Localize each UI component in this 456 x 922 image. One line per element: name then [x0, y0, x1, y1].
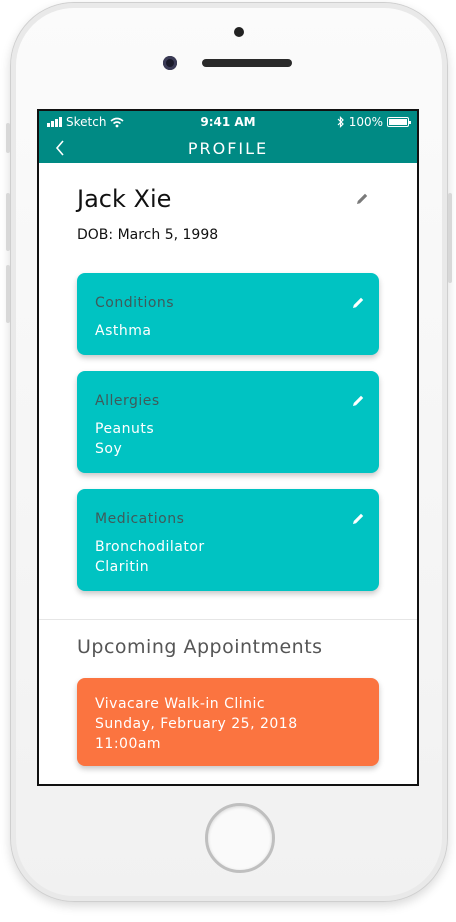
edit-allergies-button[interactable]	[352, 393, 365, 411]
medications-card[interactable]: Medications Bronchodilator Claritin	[77, 489, 379, 591]
appointment-date: Sunday, February 25, 2018	[95, 716, 298, 732]
edit-medications-button[interactable]	[352, 511, 365, 529]
bluetooth-icon	[337, 116, 344, 128]
proximity-sensor	[234, 27, 244, 37]
section-divider	[39, 619, 417, 620]
carrier-label: Sketch	[66, 115, 107, 129]
card-item: Claritin	[95, 559, 150, 575]
card-item: Peanuts	[95, 421, 155, 437]
pencil-icon	[353, 297, 364, 308]
status-right: 100%	[337, 115, 411, 129]
status-bar: Sketch 9:41 AM 100%	[39, 111, 417, 133]
pencil-icon	[353, 395, 364, 406]
earpiece-speaker	[202, 59, 292, 67]
card-item: Bronchodilator	[95, 539, 205, 555]
power-button	[448, 193, 452, 283]
edit-conditions-button[interactable]	[352, 295, 365, 313]
pencil-icon	[353, 513, 364, 524]
battery-percent: 100%	[348, 115, 383, 129]
home-button[interactable]	[205, 803, 275, 873]
back-button[interactable]	[45, 133, 75, 163]
battery-icon	[387, 117, 411, 127]
status-left: Sketch	[47, 115, 124, 129]
appointment-card[interactable]: Vivacare Walk-in Clinic Sunday, February…	[77, 678, 379, 766]
volume-down-button	[6, 265, 10, 323]
appointment-place: Vivacare Walk-in Clinic	[95, 696, 266, 712]
card-item: Asthma	[95, 323, 152, 339]
volume-up-button	[6, 193, 10, 251]
appointment-time: 11:00am	[95, 736, 162, 752]
signal-icon	[47, 117, 62, 127]
card-item: Soy	[95, 441, 123, 457]
profile-header: Jack Xie DOB: March 5, 1998	[77, 185, 379, 243]
card-title: Conditions	[95, 295, 175, 311]
nav-bar: PROFILE	[39, 133, 417, 163]
chevron-left-icon	[55, 140, 64, 156]
allergies-card[interactable]: Allergies Peanuts Soy	[77, 371, 379, 473]
conditions-card[interactable]: Conditions Asthma	[77, 273, 379, 355]
front-camera	[163, 56, 177, 70]
card-title: Allergies	[95, 393, 160, 409]
wifi-icon	[110, 117, 124, 127]
appointments-heading: Upcoming Appointments	[77, 636, 323, 658]
card-title: Medications	[95, 511, 185, 527]
profile-dob: DOB: March 5, 1998	[77, 227, 219, 243]
mute-switch	[6, 123, 10, 153]
pencil-icon	[357, 193, 368, 204]
profile-name: Jack Xie	[77, 185, 172, 213]
page-title: PROFILE	[187, 138, 269, 158]
app-screen: Sketch 9:41 AM 100% PROFILE Jack Xie DOB…	[37, 109, 419, 786]
edit-profile-button[interactable]	[356, 191, 369, 209]
profile-content: Jack Xie DOB: March 5, 1998 Conditions A…	[39, 185, 417, 591]
